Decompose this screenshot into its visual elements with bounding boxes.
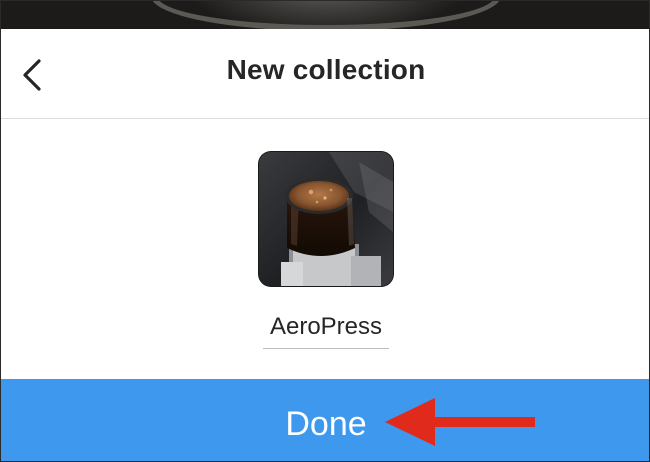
sheet-header: New collection [1,29,649,119]
background-photo-rim [151,1,501,31]
new-collection-sheet: New collection AeroPress [1,29,649,379]
collection-name-input[interactable]: AeroPress [263,312,389,349]
collection-cover-image[interactable] [259,152,393,286]
done-button-label: Done [285,405,367,443]
done-button[interactable]: Done [1,379,649,461]
background-photo [1,1,649,31]
left-arrow-icon [385,398,535,446]
aeropress-photo [259,152,393,286]
collection-name-value: AeroPress [269,313,383,340]
page-title: New collection [226,54,426,85]
screen: New collection AeroPress Done [0,0,650,462]
